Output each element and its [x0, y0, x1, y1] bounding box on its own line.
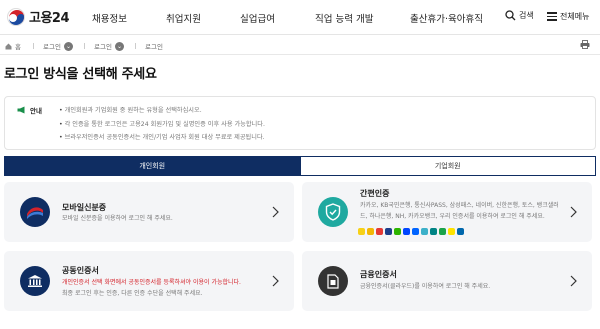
search-button[interactable]: 검색 [505, 10, 534, 21]
notice-list: 개인회원과 기업회원 중 원하는 유형을 선택하십시오. 각 인증을 통한 로그… [59, 104, 265, 145]
nh-icon [439, 228, 446, 235]
banksalad-icon [421, 228, 428, 235]
chevron-right-icon [570, 275, 577, 287]
breadcrumb-item-1[interactable]: 로그인 ⌄ [43, 41, 73, 51]
nav-item-unemployment-benefits[interactable]: 실업급여 [240, 11, 275, 25]
card-warning: 개인인증서 선택 화면에서 공동인증서를 등록하셔야 이용이 가능합니다. [62, 279, 241, 286]
breadcrumb-item-current: 로그인 [145, 43, 163, 51]
breadcrumb: 홈 로그인 ⌄ 로그인 ⌄ 로그인 [0, 36, 600, 55]
member-type-tabs: 개인회원 기업회원 [4, 156, 596, 176]
mobile-id-icon [20, 197, 50, 227]
chevron-down-icon: ⌄ [63, 41, 73, 51]
nav-item-jobs[interactable]: 채용정보 [92, 11, 127, 25]
hamburger-icon [547, 10, 557, 23]
notice-box: 안내 개인회원과 기업회원 중 원하는 유형을 선택하십시오. 각 인증을 통한… [4, 96, 596, 150]
tab-corporate-member[interactable]: 기업회원 [300, 156, 596, 176]
home-icon [5, 43, 12, 49]
bank-building-icon [20, 266, 50, 296]
card-description: 카카오, KB국민은행, 통신사PASS, 삼성패스, 네이버, 신한은행, 토… [360, 202, 559, 209]
shield-check-icon [318, 197, 348, 227]
chevron-right-icon [272, 275, 279, 287]
nav-item-parental-leave[interactable]: 출산휴가·육아휴직 [410, 11, 483, 25]
card-title: 간편인증 [360, 189, 390, 198]
shinhan-icon [403, 228, 410, 235]
megaphone-icon [17, 106, 25, 114]
kakao-icon [358, 228, 365, 235]
sim-card-icon [318, 266, 348, 296]
card-title: 공동인증서 [62, 266, 99, 275]
breadcrumb-home[interactable]: 홈 [5, 41, 21, 51]
kb-icon [367, 228, 374, 235]
pass-icon [376, 228, 383, 235]
auth-provider-badges [358, 228, 466, 235]
breadcrumb-item-2[interactable]: 로그인 ⌄ [94, 41, 124, 51]
login-option-public-cert[interactable]: 공동인증서 개인인증서 선택 화면에서 공동인증서를 등록하셔야 이용이 가능합… [4, 251, 294, 311]
chevron-right-icon [272, 206, 279, 218]
card-description: 드, 하나은행, NH, 카카오뱅크, 우리 인증서를 이용하여 로그인 해 주… [360, 213, 545, 220]
notice-tag: 안내 [17, 105, 42, 115]
card-description: 금융인증서(클라우드)를 이용하여 로그인 해 주세요. [360, 283, 491, 290]
naver-icon [394, 228, 401, 235]
login-option-financial-cert[interactable]: 금융인증서 금융인증서(클라우드)를 이용하여 로그인 해 주세요. [302, 251, 592, 311]
nav-item-employment-support[interactable]: 취업지원 [166, 11, 201, 25]
login-option-mobile-id[interactable]: 모바일신분증 모바일 신분증을 이용하여 로그인 해 주세요. [4, 182, 294, 242]
card-title: 모바일신분증 [62, 203, 107, 212]
chevron-down-icon: ⌄ [114, 41, 124, 51]
search-label: 검색 [519, 11, 534, 20]
all-menu-label: 전체메뉴 [560, 11, 590, 21]
card-description: 최종 로그인 후는 인증, 다른 인증 수단을 선택해 주세요. [62, 290, 203, 297]
card-description: 모바일 신분증을 이용하여 로그인 해 주세요. [62, 215, 173, 222]
print-icon[interactable] [580, 40, 590, 49]
samsung-pass-icon [385, 228, 392, 235]
card-title: 금융인증서 [360, 270, 397, 279]
toss-icon [412, 228, 419, 235]
notice-line: 개인회원과 기업회원 중 원하는 유형을 선택하십시오. [59, 104, 265, 118]
kakaobank-icon [448, 228, 455, 235]
notice-line: 브라우저인증서 공동인증서는 개인/기업 사업자 회원 대상 무료로 제공됩니다… [59, 131, 265, 145]
page-title: 로그인 방식을 선택해 주세요 [4, 67, 157, 82]
woori-icon [457, 228, 464, 235]
hana-icon [430, 228, 437, 235]
search-icon [505, 10, 516, 21]
tab-personal-member[interactable]: 개인회원 [4, 156, 301, 176]
all-menu-button[interactable]: 전체메뉴 [547, 10, 589, 23]
header: 고용24 채용정보 취업지원 실업급여 직업 능력 개발 출산휴가·육아휴직 검… [0, 0, 600, 35]
nav-item-vocational-training[interactable]: 직업 능력 개발 [315, 11, 373, 25]
notice-line: 각 인증을 통한 로그인은 고용24 회원가입 및 실명인증 이후 사용 가능합… [59, 118, 265, 132]
chevron-right-icon [570, 206, 577, 218]
